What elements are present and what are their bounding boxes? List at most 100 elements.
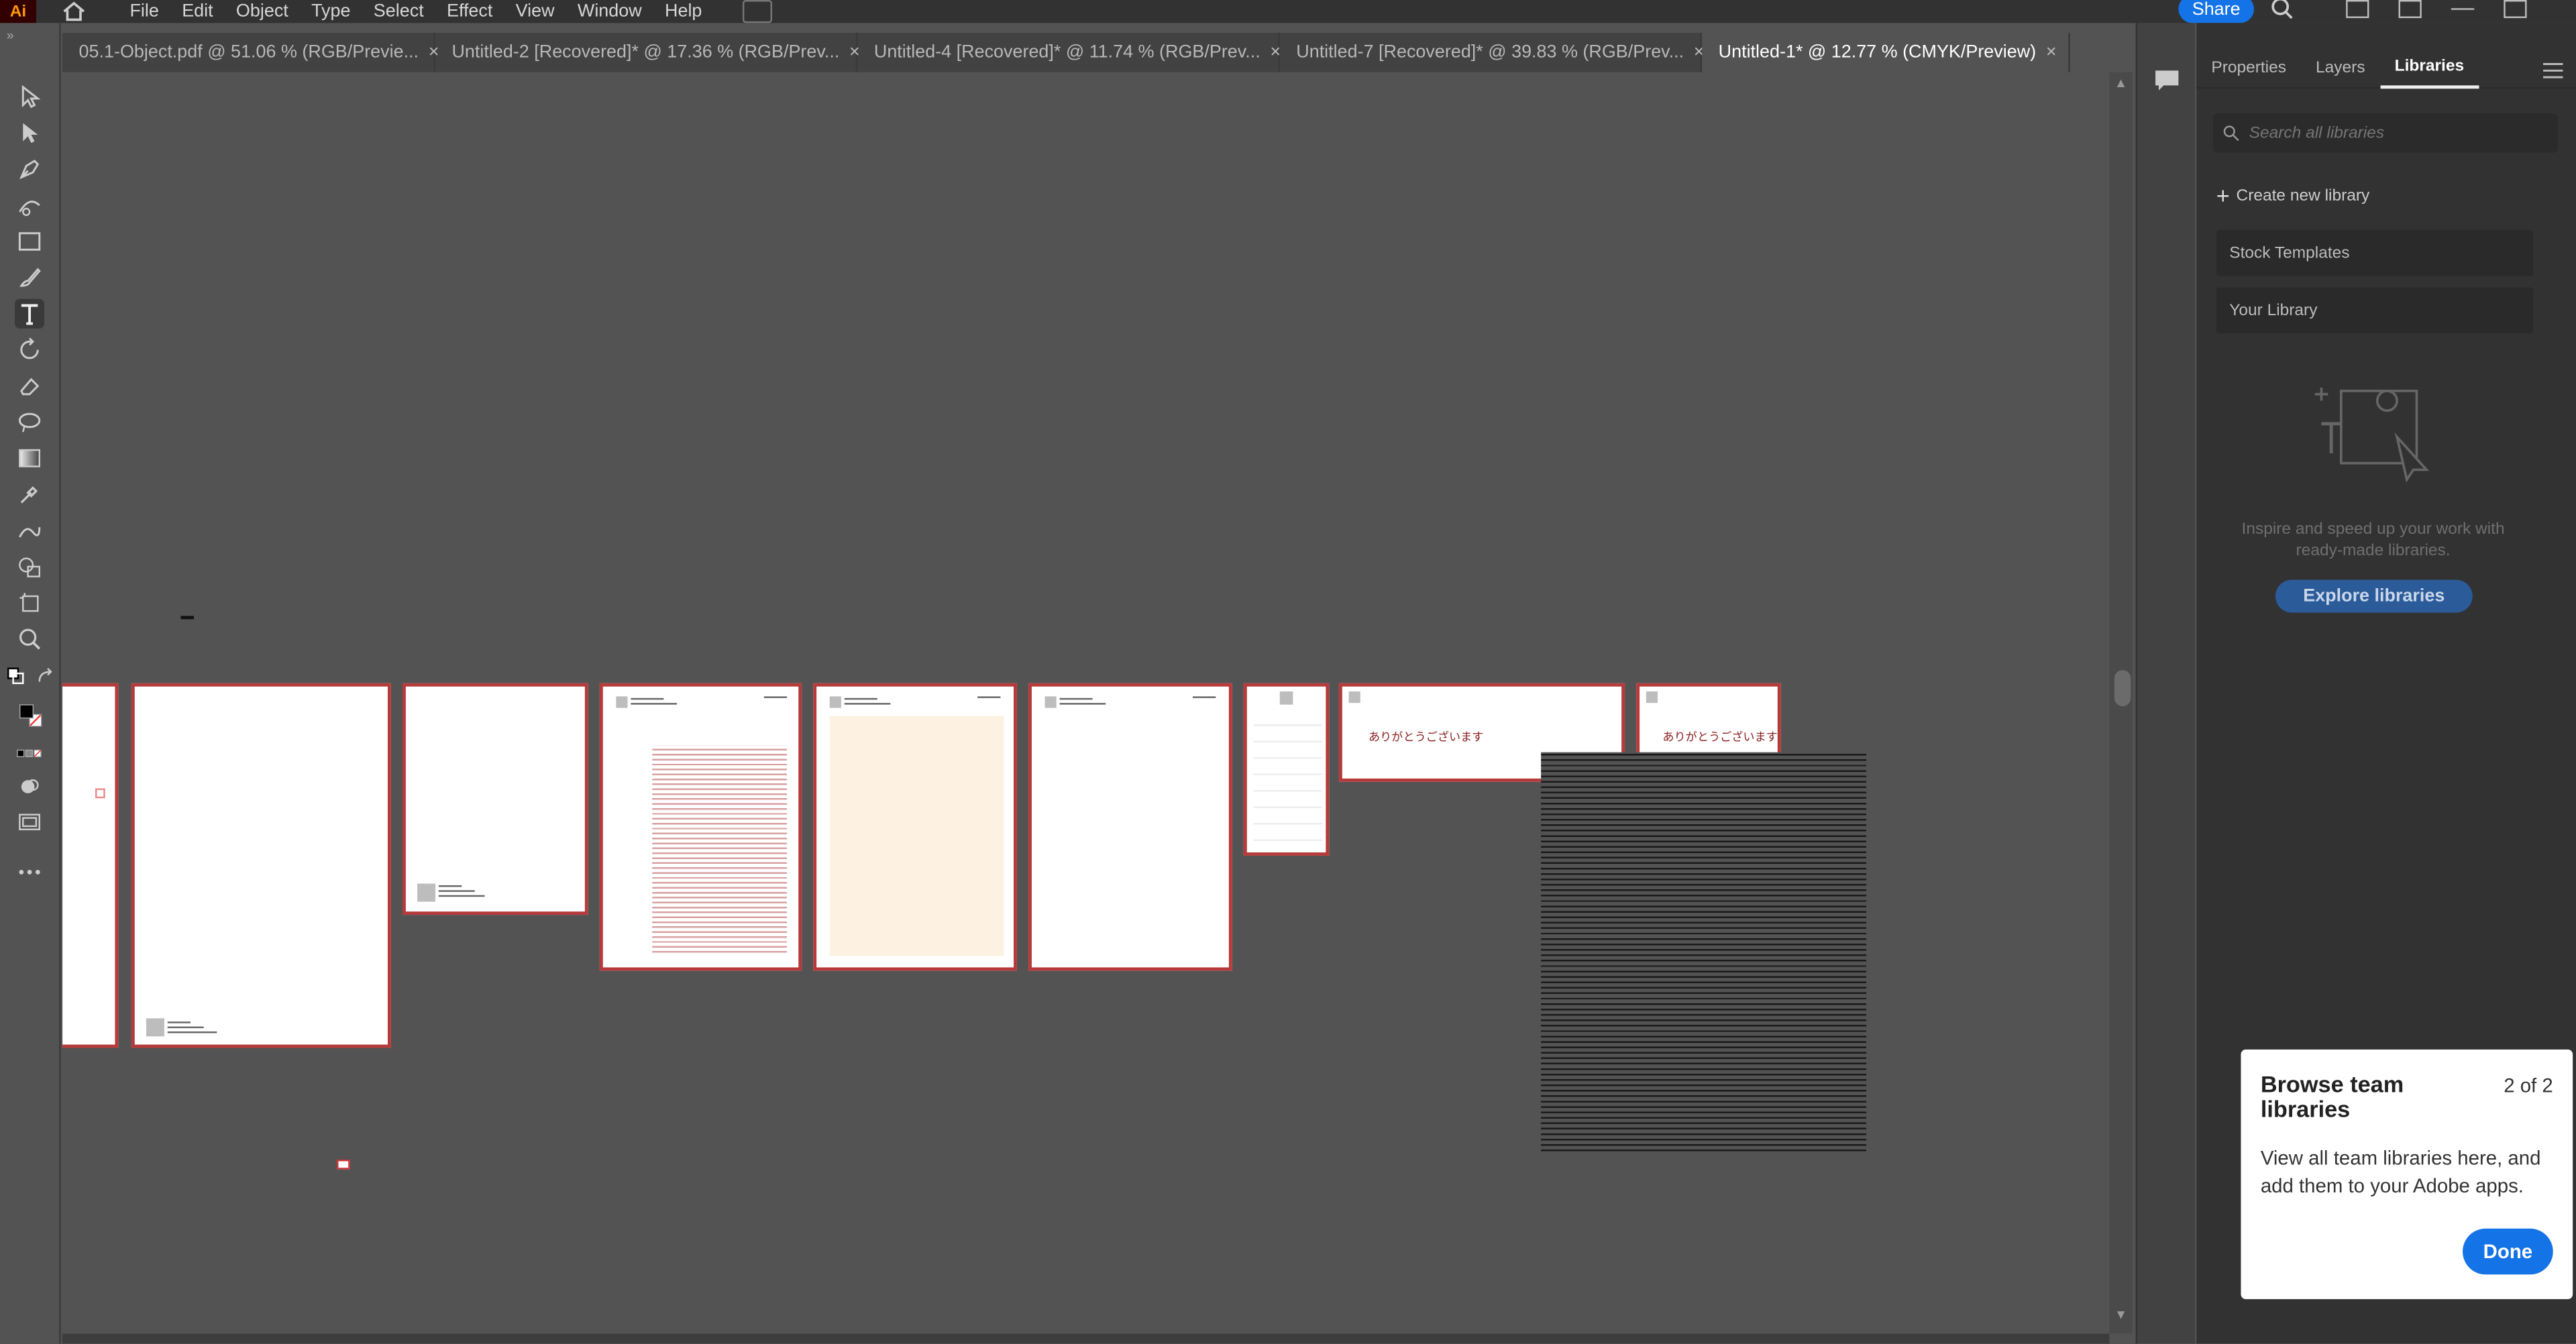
lorem-text-block[interactable] bbox=[1541, 752, 1867, 1155]
more-tools-icon[interactable] bbox=[15, 857, 44, 887]
text-line bbox=[1059, 697, 1093, 700]
menu-select[interactable]: Select bbox=[362, 1, 435, 21]
stray-mark bbox=[180, 616, 194, 620]
tab-doc-2[interactable]: Untitled-2 [Recovered]* @ 17.36 % (RGB/P… bbox=[435, 32, 860, 72]
tab-doc-1[interactable]: 05.1-Object.pdf @ 51.06 % (RGB/Previe...… bbox=[62, 32, 439, 72]
tools-panel: » bbox=[0, 23, 61, 1344]
scroll-up-icon[interactable]: ▲ bbox=[2114, 76, 2127, 91]
create-library-button[interactable]: + Create new library bbox=[2216, 182, 2370, 209]
panel-menu-icon[interactable] bbox=[2543, 58, 2563, 78]
text-line bbox=[167, 1026, 204, 1029]
scroll-thumb[interactable] bbox=[2114, 670, 2131, 707]
menu-object[interactable]: Object bbox=[225, 1, 300, 21]
artboard-6[interactable] bbox=[1028, 683, 1232, 971]
artboard-mark bbox=[95, 788, 105, 799]
logo-placeholder bbox=[1348, 691, 1360, 704]
fill-stroke-swatch[interactable] bbox=[8, 693, 54, 739]
library-stock-templates[interactable]: Stock Templates bbox=[2216, 229, 2534, 276]
side-dock bbox=[2135, 23, 2195, 1344]
menu-file[interactable]: File bbox=[118, 1, 170, 21]
search-input[interactable] bbox=[2249, 123, 2545, 142]
status-bar bbox=[62, 1333, 2110, 1344]
text-line bbox=[977, 696, 1001, 698]
tab-label: Untitled-1* @ 12.77 % (CMYK/Preview) bbox=[1718, 42, 2037, 63]
logo-placeholder bbox=[146, 1018, 164, 1037]
logo-placeholder bbox=[417, 883, 435, 902]
artboard-3[interactable] bbox=[402, 683, 588, 915]
tab-layers[interactable]: Layers bbox=[2301, 48, 2380, 88]
text-line bbox=[763, 696, 788, 698]
maximize-icon[interactable] bbox=[2504, 0, 2527, 18]
pen-tool-icon[interactable] bbox=[15, 154, 44, 184]
tab-doc-3[interactable]: Untitled-4 [Recovered]* @ 11.74 % (RGB/P… bbox=[857, 32, 1281, 72]
tab-properties[interactable]: Properties bbox=[2196, 48, 2301, 88]
plus-icon: + bbox=[2216, 182, 2230, 209]
search-icon[interactable] bbox=[2271, 0, 2297, 19]
vertical-scrollbar[interactable]: ▲ ▼ bbox=[2109, 72, 2133, 1334]
menu-help[interactable]: Help bbox=[653, 1, 714, 21]
gradient-tool-icon[interactable] bbox=[15, 443, 44, 473]
canvas[interactable]: ありがとうございます ありがとうございます bbox=[62, 72, 2110, 1334]
text-line bbox=[844, 697, 877, 700]
zoom-tool-icon[interactable] bbox=[15, 624, 44, 654]
libraries-description: Inspire and speed up your work with read… bbox=[2241, 520, 2505, 561]
tab-libraries[interactable]: Libraries bbox=[2379, 48, 2479, 89]
libraries-illustration-icon bbox=[2308, 381, 2440, 486]
thanks-text: ありがとうございます bbox=[1368, 732, 1484, 744]
artboard-4[interactable] bbox=[599, 683, 802, 971]
swap-colors-icon[interactable] bbox=[36, 667, 56, 686]
tab-doc-5-active[interactable]: Untitled-1* @ 12.77 % (CMYK/Preview) × bbox=[1702, 32, 2070, 72]
library-search[interactable] bbox=[2212, 113, 2559, 153]
scroll-down-icon[interactable]: ▼ bbox=[2114, 1307, 2127, 1322]
artboard-1[interactable] bbox=[62, 683, 119, 1048]
artboard-tool-icon[interactable] bbox=[15, 588, 44, 618]
curvature-tool-icon[interactable] bbox=[15, 190, 44, 220]
japanese-text-block bbox=[652, 745, 788, 953]
default-colors-icon[interactable] bbox=[7, 667, 26, 686]
text-line bbox=[631, 697, 664, 700]
minimize-icon[interactable] bbox=[2451, 0, 2475, 10]
color-mode-icons[interactable] bbox=[7, 746, 53, 762]
menu-view[interactable]: View bbox=[504, 1, 566, 21]
lasso-tool-icon[interactable] bbox=[15, 407, 44, 437]
home-icon[interactable] bbox=[56, 0, 92, 23]
arrange-documents-icon[interactable] bbox=[743, 0, 773, 23]
explore-libraries-button[interactable]: Explore libraries bbox=[2275, 579, 2473, 613]
menu-effect[interactable]: Effect bbox=[435, 1, 504, 21]
eraser-tool-icon[interactable] bbox=[15, 371, 44, 400]
workspace-icon[interactable] bbox=[2346, 0, 2369, 18]
artboard-7[interactable] bbox=[1243, 683, 1330, 856]
share-button[interactable]: Share bbox=[2178, 0, 2255, 23]
artboard-5[interactable] bbox=[813, 683, 1017, 971]
text-line bbox=[438, 895, 485, 897]
menu-edit[interactable]: Edit bbox=[170, 1, 225, 21]
done-button[interactable]: Done bbox=[2463, 1228, 2553, 1275]
eyedropper-tool-icon[interactable] bbox=[15, 480, 44, 509]
comments-icon[interactable] bbox=[2154, 69, 2180, 92]
library-your-library[interactable]: Your Library bbox=[2216, 287, 2534, 334]
puppet-warp-tool-icon[interactable] bbox=[15, 516, 44, 545]
draw-mode-icon[interactable] bbox=[15, 772, 44, 801]
text-line bbox=[167, 1031, 217, 1033]
document-tabs: 05.1-Object.pdf @ 51.06 % (RGB/Previe...… bbox=[62, 32, 2070, 72]
shape-builder-tool-icon[interactable] bbox=[15, 552, 44, 581]
selection-tool-icon[interactable] bbox=[15, 82, 44, 111]
panel-tabs: Properties Layers Libraries bbox=[2196, 49, 2576, 89]
artboard-2[interactable] bbox=[131, 683, 391, 1048]
rectangle-tool-icon[interactable] bbox=[15, 227, 44, 256]
stray-object[interactable] bbox=[337, 1159, 350, 1170]
close-icon[interactable]: × bbox=[2046, 43, 2057, 62]
type-tool-icon[interactable] bbox=[15, 298, 45, 329]
popover-title: Browse team libraries bbox=[2260, 1070, 2404, 1122]
paintbrush-tool-icon[interactable] bbox=[15, 263, 44, 292]
menu-bar: Ai File Edit Object Type Select Effect V… bbox=[0, 0, 2576, 23]
screen-mode-icon[interactable] bbox=[15, 808, 44, 838]
collapse-toolbar-icon[interactable]: » bbox=[7, 28, 14, 43]
menu-type[interactable]: Type bbox=[300, 1, 362, 21]
tab-doc-4[interactable]: Untitled-7 [Recovered]* @ 39.83 % (RGB/P… bbox=[1280, 32, 1705, 72]
panel-layout-icon[interactable] bbox=[2398, 0, 2422, 18]
rotate-tool-icon[interactable] bbox=[15, 335, 44, 365]
thanks-text: ありがとうございます bbox=[1662, 732, 1778, 744]
direct-selection-tool-icon[interactable] bbox=[15, 118, 44, 148]
menu-window[interactable]: Window bbox=[566, 1, 653, 21]
